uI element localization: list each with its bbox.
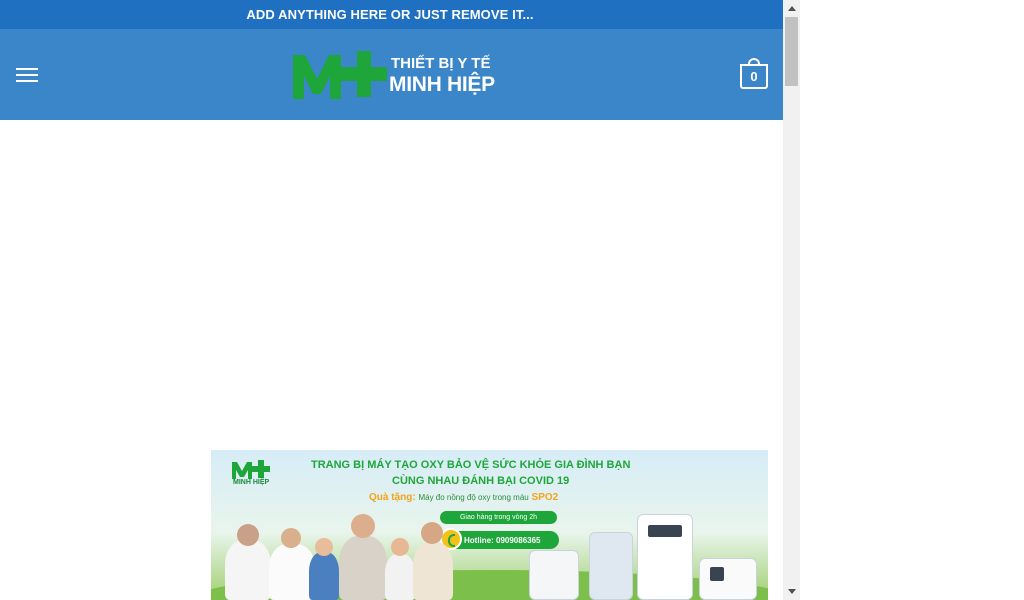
gift-text: Máy đo nồng độ oxy trong máu xyxy=(418,493,529,502)
logo-mark-icon xyxy=(293,51,387,99)
oxygen-machine-1 xyxy=(529,550,579,600)
banner-gift: Quà tặng: Máy đo nồng độ oxy trong máu S… xyxy=(369,492,558,503)
scroll-thumb[interactable] xyxy=(785,17,798,86)
vertical-scrollbar[interactable] xyxy=(783,0,800,600)
site-header: THIẾT BỊ Y TẾ MINH HIỆP 0 xyxy=(0,29,783,120)
oxygen-machine-3 xyxy=(637,514,693,600)
cart-count: 0 xyxy=(750,69,758,84)
announcement-text: ADD ANYTHING HERE OR JUST REMOVE IT... xyxy=(246,7,534,22)
banner-brand: MINH HIỆP xyxy=(233,479,270,486)
scroll-up-arrow[interactable] xyxy=(783,0,800,17)
oxygen-machine-2 xyxy=(589,532,633,600)
gift-item: SPO2 xyxy=(531,492,559,503)
banner-title-line1: TRANG BỊ MÁY TẠO OXY BẢO VỆ SỨC KHỎE GIA… xyxy=(311,459,631,471)
oxygen-machine-4 xyxy=(699,558,757,600)
promo-banner[interactable]: MINH HIỆP TRANG BỊ MÁY TẠO OXY BẢO VỆ SỨ… xyxy=(211,450,768,600)
site-logo[interactable]: THIẾT BỊ Y TẾ MINH HIỆP xyxy=(291,49,496,101)
logo-line1: THIẾT BỊ Y TẾ xyxy=(391,55,491,72)
top-announcement-bar: ADD ANYTHING HERE OR JUST REMOVE IT... xyxy=(0,0,783,29)
page-viewport: ADD ANYTHING HERE OR JUST REMOVE IT... T… xyxy=(0,0,783,600)
cart-icon[interactable]: 0 xyxy=(740,58,768,89)
gift-label: Quà tặng: xyxy=(369,492,416,503)
family-photo xyxy=(211,510,501,600)
banner-title-line2: CÙNG NHAU ĐÁNH BẠI COVID 19 xyxy=(392,475,570,487)
hamburger-menu-icon[interactable] xyxy=(16,68,38,82)
logo-line2: MINH HIỆP xyxy=(389,73,495,96)
scroll-down-arrow[interactable] xyxy=(783,583,800,600)
